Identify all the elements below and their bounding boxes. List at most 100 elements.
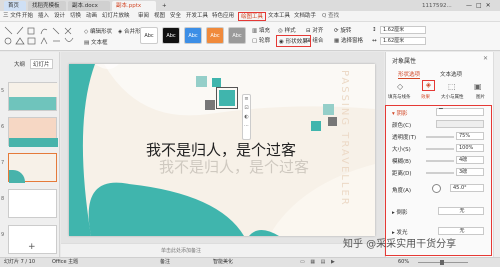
- style-button[interactable]: ◎ 样式: [278, 26, 296, 34]
- outline-button[interactable]: ▢ 轮廓: [252, 36, 270, 44]
- pane-title: 对象属性: [392, 58, 417, 65]
- zoom-slider-knob[interactable]: [440, 260, 444, 265]
- view-buttons[interactable]: ▭ ▦ ▤ ▶: [300, 258, 337, 267]
- crop-icon[interactable]: ⊡: [243, 104, 250, 113]
- size-icon[interactable]: ⬚: [448, 82, 456, 91]
- menu-bar: 三 文件 开始 插入 设计 切换 动画 幻灯片放映 审阅 视图 安全 开发工具 …: [0, 11, 500, 22]
- layers-icon[interactable]: ≡: [243, 95, 250, 104]
- shape-effects-label: 形状效果: [285, 39, 308, 45]
- watermark-text: 知乎 @采采实用干货分享: [343, 239, 457, 250]
- style-swatch-black[interactable]: Abc: [162, 27, 180, 44]
- menu-review[interactable]: 审阅: [138, 11, 149, 22]
- align-button[interactable]: ⊟ 对齐: [306, 26, 323, 34]
- sub-tab-effects[interactable]: 效果: [421, 94, 430, 100]
- outline-tab[interactable]: 大纲: [14, 60, 25, 68]
- deco-square[interactable]: [205, 100, 215, 110]
- sub-tab-size[interactable]: 大小与属性: [441, 94, 464, 100]
- add-slide-button[interactable]: +: [28, 242, 36, 252]
- style-swatch-gray[interactable]: Abc: [228, 27, 246, 44]
- picture-icon[interactable]: ▣: [474, 82, 482, 91]
- deco-square[interactable]: [311, 121, 321, 131]
- menu-features[interactable]: 特色应用: [212, 11, 234, 22]
- user-name[interactable]: 1117592...: [418, 1, 458, 11]
- group-button[interactable]: ⊞ 组合: [306, 36, 323, 44]
- floating-toolbar: ≡ ⊡ ◐ ⋯: [242, 94, 251, 140]
- menu-transition[interactable]: 切换: [70, 11, 81, 22]
- tab-shape-options[interactable]: 形状选项: [398, 70, 421, 79]
- style-swatch-white[interactable]: Abc: [140, 27, 158, 44]
- notes-area[interactable]: 单击此处添加备注: [61, 243, 384, 257]
- smart-beautify-button[interactable]: 智能美化: [213, 258, 233, 267]
- zoom-level: 60%: [398, 259, 410, 265]
- style-icon[interactable]: ◐: [243, 113, 250, 122]
- group-label: 组合: [312, 38, 324, 44]
- menu-view[interactable]: 视图: [154, 11, 165, 22]
- rotate-label: 旋转: [340, 28, 352, 34]
- outline-label: 轮廓: [258, 38, 270, 44]
- deco-square[interactable]: [323, 104, 334, 115]
- width-label: ↔: [372, 38, 377, 44]
- menu-devtools[interactable]: 开发工具: [186, 11, 208, 22]
- new-tab-button[interactable]: +: [158, 1, 168, 11]
- menu-drawing-tools[interactable]: 绘图工具: [238, 12, 267, 21]
- align-label: 对齐: [312, 28, 324, 34]
- deco-square[interactable]: [328, 117, 337, 126]
- menu-animation[interactable]: 动画: [86, 11, 97, 22]
- thumb-content: [9, 170, 25, 183]
- shape-width-input[interactable]: 1.62厘米: [380, 37, 426, 45]
- effect-icon[interactable]: ◈: [422, 80, 435, 91]
- sub-tab-fill-line[interactable]: 填充与线条: [388, 94, 411, 100]
- rotate-button[interactable]: ⟳ 旋转: [334, 26, 351, 34]
- style-label: 样式: [284, 28, 296, 34]
- notes-toggle-button[interactable]: 备注: [160, 258, 170, 267]
- slide-count: 幻灯片 7 / 10: [4, 259, 35, 265]
- tab-templates[interactable]: 找稻壳模板: [28, 1, 66, 11]
- slide-thumbnail[interactable]: [8, 117, 58, 147]
- tab-text-options[interactable]: 文本选项: [440, 70, 462, 78]
- effects-highlight-frame: [385, 105, 492, 256]
- menu-file[interactable]: 三 文件: [3, 11, 21, 22]
- deco-square[interactable]: [212, 78, 221, 87]
- fill-button[interactable]: ▥ 填充: [252, 26, 270, 34]
- ribbon: ◇ 编辑形状 ▤ 文本框 ◈ 合并形状 Abc Abc Abc Abc Abc …: [0, 22, 500, 51]
- sub-tab-picture[interactable]: 图片: [476, 94, 485, 100]
- slide-thumbnail-active[interactable]: [8, 153, 57, 183]
- menu-search[interactable]: Q 查找: [322, 11, 339, 22]
- menu-start[interactable]: 开始: [22, 11, 33, 22]
- window-controls[interactable]: —□✕: [462, 1, 498, 11]
- more-icon[interactable]: ⋯: [243, 122, 250, 131]
- slide-thumbnail[interactable]: [8, 82, 58, 111]
- slide-thumbnail[interactable]: [8, 189, 57, 218]
- shape-height-input[interactable]: 1.62厘米: [380, 26, 426, 34]
- right-tool-strip: [493, 52, 500, 257]
- menu-slideshow[interactable]: 幻灯片放映: [102, 11, 130, 22]
- close-icon[interactable]: ✕: [483, 55, 488, 62]
- shapes-gallery[interactable]: [3, 25, 81, 47]
- edit-shape-button[interactable]: ◇ 编辑形状: [84, 27, 112, 35]
- vertical-english-text[interactable]: PASSING TRAVELLER: [339, 70, 350, 207]
- menu-text-tools[interactable]: 文本工具: [268, 11, 290, 22]
- selection-pane-button[interactable]: ▦ 选择窗格: [334, 36, 363, 44]
- slide-canvas[interactable]: ≡ ⊡ ◐ ⋯ 我不是归人，是个过客 我不是归人，是个过客 PASSING TR…: [69, 64, 375, 236]
- slides-tab[interactable]: 幻灯片: [30, 59, 53, 69]
- slide-title[interactable]: 我不是归人，是个过客: [146, 139, 296, 160]
- tab-home[interactable]: 首页: [4, 1, 26, 11]
- style-swatch-blue[interactable]: Abc: [184, 27, 202, 44]
- status-bar: 幻灯片 7 / 10 Office 主题 备注 智能美化 ▭ ▦ ▤ ▶ 60%: [0, 257, 500, 267]
- deco-square[interactable]: [196, 76, 207, 87]
- thumb-content: [9, 83, 58, 97]
- slide-canvas-area: ≡ ⊡ ◐ ⋯ 我不是归人，是个过客 我不是归人，是个过客 PASSING TR…: [61, 52, 384, 257]
- theme-name: Office 主题: [52, 259, 79, 265]
- menu-design[interactable]: 设计: [54, 11, 65, 22]
- menu-security[interactable]: 安全: [170, 11, 181, 22]
- tab-docx[interactable]: 副本.docx: [68, 1, 110, 11]
- textbox-label: 文本框: [90, 40, 108, 46]
- textbox-button[interactable]: ▤ 文本框: [84, 38, 107, 46]
- fill-label: 填充: [258, 28, 270, 34]
- style-swatch-orange[interactable]: Abc: [206, 27, 224, 44]
- tab-pptx[interactable]: 副本.pptx: [112, 1, 156, 11]
- deco-square-selected[interactable]: [216, 87, 238, 109]
- menu-doc-assistant[interactable]: 文档助手: [294, 11, 316, 22]
- menu-insert[interactable]: 插入: [38, 11, 49, 22]
- fill-line-icon[interactable]: ◇: [397, 82, 403, 91]
